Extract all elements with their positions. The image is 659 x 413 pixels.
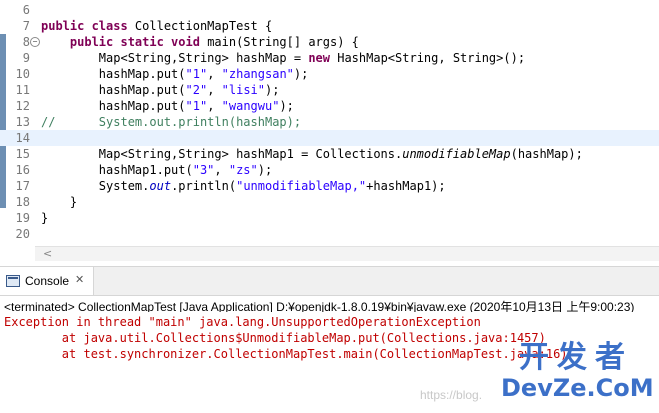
line-number: 6 [22, 3, 30, 17]
console-error-line: Exception in thread "main" java.lang.Uns… [4, 315, 481, 329]
console-tab-label: Console [25, 274, 70, 288]
close-icon[interactable]: ✕ [75, 273, 84, 286]
code-text: } [41, 211, 49, 225]
code-text: Map<String,String> hashMap1 = Collection… [41, 147, 583, 161]
line-number: 12 [15, 99, 30, 113]
horizontal-scrollbar[interactable]: < [35, 246, 659, 261]
fold-toggle-icon[interactable]: − [30, 37, 40, 47]
code-text: public static void main(String[] args) { [69, 35, 359, 49]
code-text: } [41, 195, 78, 209]
line-number: 15 [15, 147, 30, 161]
code-text: Map<String,String> hashMap = new HashMap… [41, 51, 526, 65]
line-number: 10 [15, 67, 30, 81]
line-number: 19 [15, 211, 30, 225]
code-text: System.out.println("unmodifiableMap,"+ha… [41, 179, 446, 193]
watermark-url: https://blog. [420, 388, 483, 402]
code-text: hashMap.put("2", "lisi"); [41, 83, 280, 97]
line-number: 13 [15, 115, 30, 129]
watermark-bottom-text: DevZe.CoM [501, 374, 654, 402]
line-number: 17 [15, 179, 30, 193]
scroll-left-icon[interactable]: < [43, 247, 52, 261]
code-text: public class CollectionMapTest { [41, 19, 273, 33]
line-number: 11 [15, 83, 30, 97]
line-number: 8 [22, 35, 30, 49]
console-view-header: Console ✕ [0, 266, 659, 296]
code-editor[interactable]: 6 7 public class CollectionMapTest { 8− pub… [0, 0, 659, 261]
line-number: 20 [15, 227, 30, 241]
watermark-logo: 开发者 DevZe.CoM [501, 340, 654, 403]
line-number: 14 [15, 131, 30, 145]
line-number: 18 [15, 195, 30, 209]
code-text: hashMap1.put("3", "zs"); [41, 163, 273, 177]
line-number: 7 [22, 19, 30, 33]
code-text: hashMap.put("1", "zhangsan"); [41, 67, 309, 81]
line-number: 16 [15, 163, 30, 177]
code-text: hashMap.put("1", "wangwu"); [41, 99, 294, 113]
code-text: // System.out.println(hashMap); [41, 115, 302, 129]
change-indicator [0, 34, 6, 208]
console-icon [6, 275, 20, 287]
console-error-line[interactable]: at java.util.Collections$UnmodifiableMap… [4, 331, 546, 346]
tab-console[interactable]: Console ✕ [0, 267, 94, 295]
code-line[interactable]: 14 [0, 130, 659, 146]
watermark-top-text: 开发者 [519, 340, 633, 375]
line-number: 9 [22, 51, 30, 65]
console-error-line[interactable]: at test.synchronizer.CollectionMapTest.m… [4, 347, 568, 362]
